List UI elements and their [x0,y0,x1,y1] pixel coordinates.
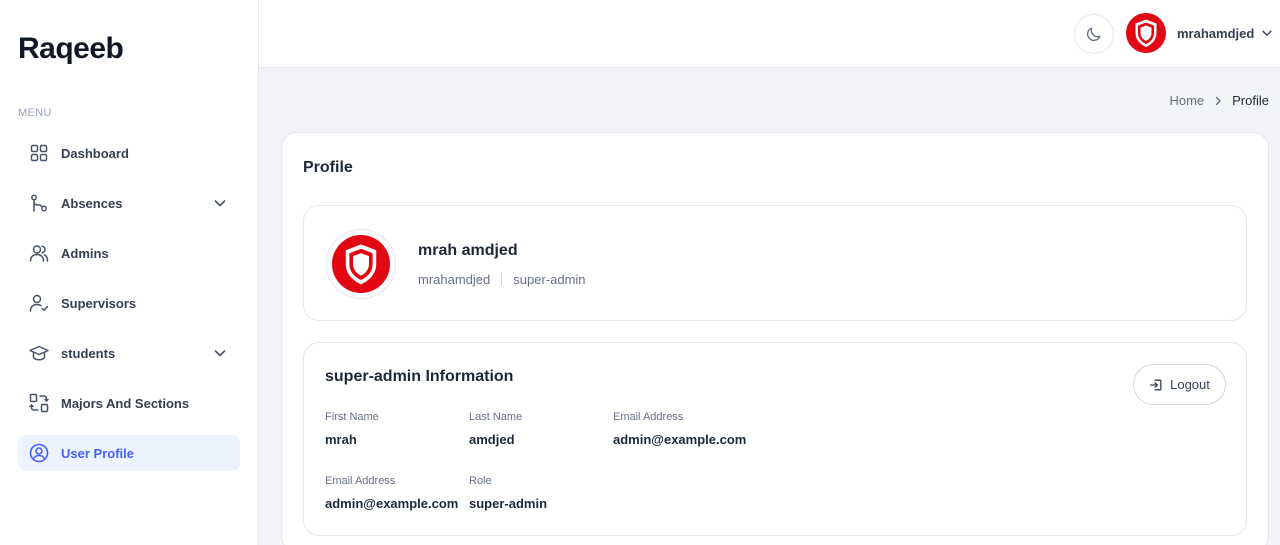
profile-full-name: mrah amdjed [418,242,518,259]
field-value: admin@example.com [613,432,747,447]
chevron-down-icon[interactable] [212,195,228,211]
sidebar-item-majors-and-sections[interactable]: Majors And Sections [18,385,240,421]
swap-icon [28,392,50,414]
sidebar-item-label: students [61,345,116,361]
field-value: admin@example.com [325,496,459,511]
chevron-down-icon[interactable] [212,345,228,361]
field-role: Role super-admin [469,475,547,511]
logout-label: Logout [1170,377,1210,392]
field-value: amdjed [469,432,515,447]
information-section: super-admin Information Logout First Nam… [303,342,1247,536]
sidebar-item-label: Admins [61,245,109,261]
sidebar-item-label: User Profile [61,445,134,461]
app-logo[interactable]: Raqeeb [18,32,124,66]
sidebar-item-absences[interactable]: Absences [18,185,240,221]
profile-card: Profile mrah amdjed mrahamdjed super-adm… [281,132,1269,545]
header-username: mrahamdjed [1177,25,1255,41]
avatar [1126,13,1166,53]
logout-button[interactable]: Logout [1133,364,1226,405]
moon-icon [1085,25,1103,43]
sidebar-item-dashboard[interactable]: Dashboard [18,135,240,171]
field-email: Email Address admin@example.com [613,411,746,447]
theme-toggle-button[interactable] [1074,14,1114,54]
profile-summary: mrah amdjed mrahamdjed super-admin [303,205,1247,321]
field-label: Email Address [613,411,684,423]
sidebar-item-supervisors[interactable]: Supervisors [18,285,240,321]
breadcrumb-current: Profile [1232,93,1269,108]
field-value: mrah [325,432,357,447]
sidebar-item-label: Absences [61,195,123,211]
avatar [326,229,396,299]
user-check-icon [28,292,50,314]
field-label: First Name [325,411,379,423]
field-first-name: First Name mrah [325,411,379,447]
field-label: Role [469,475,492,487]
page-title: Profile [303,159,353,176]
chevron-down-icon [1260,26,1274,40]
grid-icon [28,142,50,164]
field-value: super-admin [469,496,548,511]
field-label: Email Address [325,475,396,487]
breadcrumb-home-link[interactable]: Home [1169,93,1204,108]
sidebar-item-label: Majors And Sections [61,395,190,411]
user-menu[interactable]: mrahamdjed [1126,13,1274,53]
breadcrumb: Home Profile [1169,93,1269,108]
meta-divider [501,273,503,286]
information-title: super-admin Information [325,368,514,385]
users-icon [28,242,50,264]
sidebar-nav: Dashboard Absences Admins Supervisors st… [18,135,240,485]
graduation-cap-icon [28,342,50,364]
git-branch-icon [28,192,50,214]
profile-role: super-admin [513,272,586,287]
profile-meta: mrahamdjed super-admin [418,272,586,287]
sidebar-item-students[interactable]: students [18,335,240,371]
sidebar: Raqeeb MENU Dashboard Absences Admins Su… [0,0,259,545]
logout-icon [1149,378,1163,392]
sidebar-item-user-profile[interactable]: User Profile [18,435,240,471]
field-label: Last Name [469,411,523,423]
profile-username: mrahamdjed [418,272,491,287]
top-header: mrahamdjed [259,0,1280,68]
field-email-secondary: Email Address admin@example.com [325,475,458,511]
chevron-right-icon [1212,95,1224,107]
sidebar-item-admins[interactable]: Admins [18,235,240,271]
sidebar-item-label: Dashboard [61,145,129,161]
sidebar-item-label: Supervisors [61,295,137,311]
menu-section-label: MENU [18,107,52,119]
user-circle-icon [28,442,50,464]
field-last-name: Last Name amdjed [469,411,522,447]
